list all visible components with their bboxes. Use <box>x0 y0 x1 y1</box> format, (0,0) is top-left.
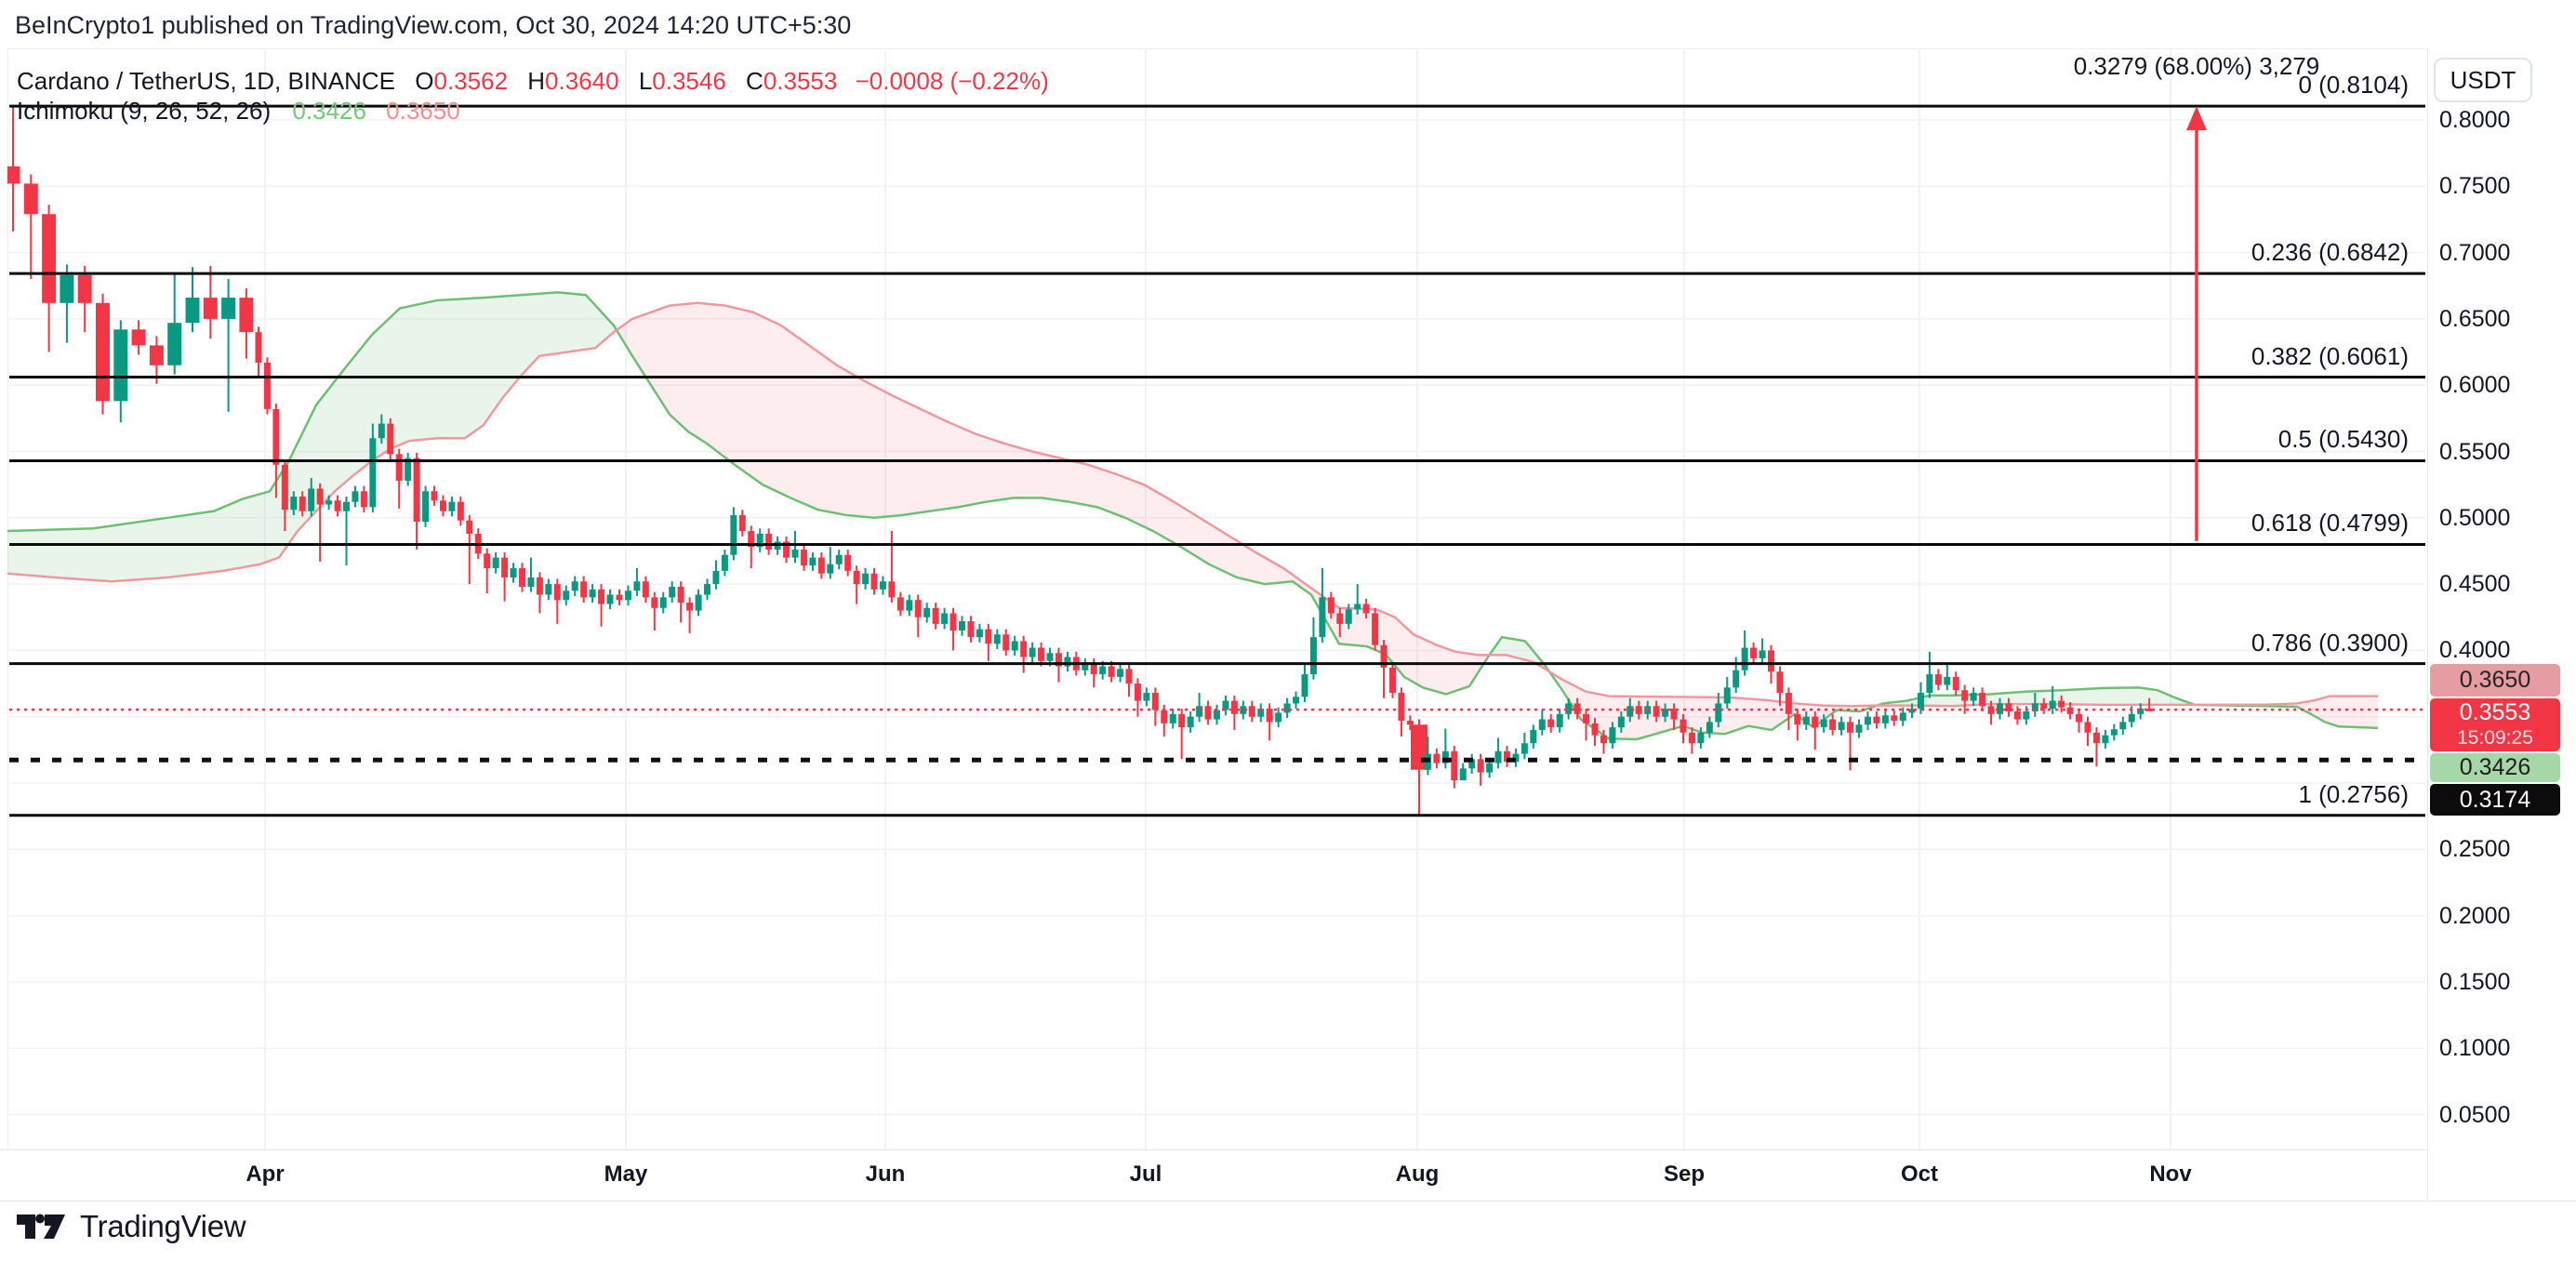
footer: TradingView <box>15 1207 246 1246</box>
price-tick-label: 0.4500 <box>2439 570 2510 598</box>
tradingview-wordmark[interactable]: TradingView <box>80 1209 246 1244</box>
close-value: 0.3553 <box>764 67 838 95</box>
price-tick-label: 0.6500 <box>2439 305 2510 333</box>
month-label[interactable]: Jun <box>843 1161 927 1188</box>
price-tick-label: 0.0500 <box>2439 1101 2510 1129</box>
open-label: O <box>415 67 433 95</box>
price-tick-label: 0.2000 <box>2439 902 2510 930</box>
fib-level-label: 0.786 (0.3900) <box>2074 629 2409 657</box>
lead-b-value: 0.3650 <box>386 97 460 125</box>
month-label[interactable]: Oct <box>1878 1161 1961 1188</box>
price-axis-badge: 0.3174 <box>2430 784 2560 816</box>
symbol-legend: Cardano / TetherUS, 1D, BINANCE O0.3562 … <box>17 67 1049 96</box>
price-tick-label: 0.2500 <box>2439 835 2510 863</box>
fib-level-label: 0.618 (0.4799) <box>2074 509 2409 538</box>
fib-level-label: 0.236 (0.6842) <box>2074 238 2409 267</box>
month-label[interactable]: May <box>584 1161 668 1188</box>
ichimoku-cloud-layer <box>7 292 2378 739</box>
price-tick-label: 0.4000 <box>2439 636 2510 664</box>
price-tick-label: 0.6000 <box>2439 371 2510 399</box>
time-axis[interactable]: Apr May Jun Jul Aug Sep Oct Nov <box>0 1149 2576 1201</box>
low-value: 0.3546 <box>652 67 726 95</box>
price-axis-badge: 0.355315:09:25 <box>2430 698 2560 751</box>
price-tick-label: 0.7500 <box>2439 172 2510 200</box>
change-value: −0.0008 (−0.22%) <box>856 67 1049 95</box>
symbol-title[interactable]: Cardano / TetherUS, 1D, BINANCE <box>17 67 395 95</box>
price-tick-label: 0.5000 <box>2439 504 2510 532</box>
countdown-timer: 15:09:25 <box>2430 724 2560 752</box>
low-label: L <box>639 67 652 95</box>
close-label: C <box>746 67 764 95</box>
range-arrow-head <box>2186 106 2207 130</box>
price-axis[interactable]: 0.8000 0.7500 0.7000 0.6500 0.6000 0.5500 0.50… <box>2427 48 2576 1200</box>
fib-level-label: 0 (0.8104) <box>2074 71 2409 100</box>
fib-level-label: 1 (0.2756) <box>2074 780 2409 809</box>
lead-a-value: 0.3426 <box>292 97 366 125</box>
price-tick-label: 0.7000 <box>2439 239 2510 267</box>
tradingview-chart-screenshot: BeInCrypto1 published on TradingView.com… <box>0 0 2576 1261</box>
indicator-title[interactable]: Ichimoku (9, 26, 52, 26) <box>17 97 271 125</box>
month-label[interactable]: Sep <box>1642 1161 1726 1188</box>
indicator-legend: Ichimoku (9, 26, 52, 26) 0.3426 0.3650 <box>17 97 460 126</box>
high-label: H <box>527 67 545 95</box>
month-label[interactable]: Apr <box>223 1161 307 1188</box>
open-value: 0.3562 <box>434 67 509 95</box>
price-tick-label: 0.8000 <box>2439 106 2510 134</box>
fib-level-label: 0.382 (0.6061) <box>2074 342 2409 371</box>
month-label[interactable]: Aug <box>1375 1161 1459 1188</box>
grid-layer <box>7 50 2425 1149</box>
price-axis-badge: 0.3650 <box>2430 664 2560 697</box>
price-tick-label: 0.1500 <box>2439 968 2510 996</box>
price-axis-badge: 0.3426 <box>2430 753 2560 782</box>
fib-level-label: 0.5 (0.5430) <box>2074 425 2409 454</box>
month-label[interactable]: Jul <box>1104 1161 1188 1188</box>
price-tick-label: 0.5500 <box>2439 438 2510 466</box>
currency-toggle-button[interactable]: USDT <box>2434 58 2532 102</box>
tradingview-logo-icon[interactable] <box>15 1207 69 1246</box>
month-label[interactable]: Nov <box>2129 1161 2212 1188</box>
price-tick-label: 0.1000 <box>2439 1034 2510 1062</box>
high-value: 0.3640 <box>545 67 619 95</box>
